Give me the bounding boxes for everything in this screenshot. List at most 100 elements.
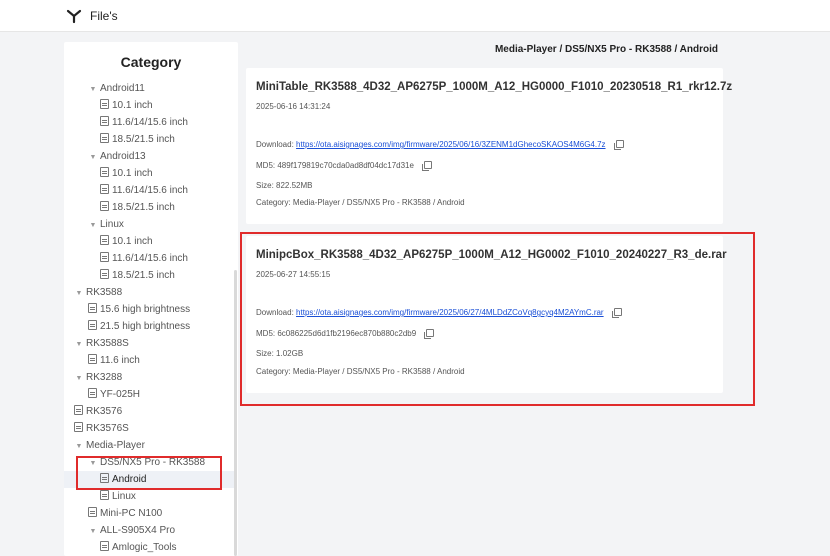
document-icon	[74, 405, 83, 415]
caret-down-icon[interactable]: ▼	[88, 523, 98, 540]
copy-icon[interactable]	[422, 161, 433, 171]
tree-item[interactable]: ▼ Media-Player	[64, 437, 234, 454]
tree-item-label: Media-Player	[86, 440, 145, 451]
caret-down-icon[interactable]: ▼	[88, 81, 98, 98]
tree-item-label: Linux	[100, 219, 124, 230]
caret-down-icon[interactable]: ▼	[74, 370, 84, 387]
tree-item[interactable]: Mini-PC N100	[64, 505, 234, 522]
document-icon	[88, 388, 97, 398]
document-icon	[74, 422, 83, 432]
size-value: 822.52MB	[276, 181, 313, 190]
tree-item[interactable]: 21.5 high brightness	[64, 318, 234, 335]
document-icon	[100, 99, 109, 109]
file-title: MiniTable_RK3588_4D32_AP6275P_1000M_A12_…	[256, 81, 733, 93]
tree-item[interactable]: 10.1 inch	[64, 97, 234, 114]
tree-item-label: Android13	[100, 151, 146, 162]
tree-item[interactable]: 15.6 high brightness	[64, 301, 234, 318]
tree-item-label: RK3588	[86, 287, 123, 298]
document-icon	[100, 116, 109, 126]
size-label: Size:	[256, 181, 274, 190]
tree-item[interactable]: ▼ RK3588S	[64, 335, 234, 352]
category-row: Category: Media-Player / DS5/NX5 Pro - R…	[256, 198, 465, 207]
tree-item-label: Linux	[112, 491, 136, 502]
md5-value: 489f179819c70cda0ad8df04dc17d31e	[277, 161, 414, 170]
tree-item-label: 18.5/21.5 inch	[112, 270, 175, 281]
md5-row: MD5: 489f179819c70cda0ad8df04dc17d31e	[256, 161, 433, 171]
tree-item[interactable]: 11.6/14/15.6 inch	[64, 250, 234, 267]
file-card: MiniTable_RK3588_4D32_AP6275P_1000M_A12_…	[246, 68, 732, 224]
tree-item[interactable]: RK3576S	[64, 420, 234, 437]
caret-down-icon[interactable]: ▼	[74, 336, 84, 353]
tree-item[interactable]: 11.6 inch	[64, 352, 234, 369]
document-icon	[88, 320, 97, 330]
category-value: Media-Player / DS5/NX5 Pro - RK3588 / An…	[292, 198, 465, 207]
tree-item[interactable]: 10.1 inch	[64, 165, 234, 182]
tree-item-label: RK3576	[86, 406, 123, 417]
tree-item[interactable]: RK3576	[64, 403, 234, 420]
tree-item-label: RK3288	[86, 372, 123, 383]
tree-item[interactable]: ▼ Android13	[64, 148, 234, 165]
tree-item-label: 10.1 inch	[112, 236, 153, 247]
document-icon	[100, 167, 109, 177]
document-icon	[88, 507, 97, 517]
tree-item-label: 11.6/14/15.6 inch	[112, 253, 188, 264]
category-label: Category:	[256, 198, 291, 207]
tree-item-label: YF-025H	[100, 389, 141, 400]
document-icon	[100, 269, 109, 279]
tree-item-label: 11.6/14/15.6 inch	[112, 185, 188, 196]
highlight-box	[240, 232, 755, 406]
md5-label: MD5:	[256, 161, 276, 170]
tree-item[interactable]: 11.6/14/15.6 inch	[64, 114, 234, 131]
document-icon	[100, 201, 109, 211]
download-row: Download: https://ota.aisignages.com/img…	[256, 140, 624, 150]
tree-item-label: 10.1 inch	[112, 168, 153, 179]
document-icon	[100, 490, 109, 500]
tree-item-label: Android11	[100, 83, 145, 94]
tree-item-label: RK3588S	[86, 338, 129, 349]
tree-item[interactable]: 18.5/21.5 inch	[64, 267, 234, 284]
caret-down-icon[interactable]: ▼	[88, 149, 98, 166]
sidebar-scrollbar[interactable]	[234, 270, 237, 556]
tree-item[interactable]: ▼ Linux	[64, 216, 234, 233]
document-icon	[100, 252, 109, 262]
top-bar: File's	[0, 0, 830, 32]
download-label: Download:	[256, 140, 294, 149]
app-title: File's	[90, 9, 118, 23]
tree-item[interactable]: ▼ RK3588	[64, 284, 234, 301]
tree-item[interactable]: Amlogic_Tools	[64, 539, 234, 556]
document-icon	[88, 303, 97, 313]
document-icon	[100, 184, 109, 194]
download-link[interactable]: https://ota.aisignages.com/img/firmware/…	[296, 140, 605, 149]
tree-item-label: RK3576S	[86, 423, 129, 434]
caret-down-icon[interactable]: ▼	[88, 217, 98, 234]
breadcrumb: Media-Player / DS5/NX5 Pro - RK3588 / An…	[494, 44, 718, 55]
tree-item[interactable]: 18.5/21.5 inch	[64, 199, 234, 216]
tree-item-label: 18.5/21.5 inch	[112, 134, 175, 145]
tree-item-label: 15.6 high brightness	[100, 304, 191, 315]
tree-item[interactable]: ▼ ALL-S905X4 Pro	[64, 522, 234, 539]
document-icon	[88, 354, 97, 364]
file-date: 2025-06-16 14:31:24	[256, 102, 331, 111]
tree-item[interactable]: ▼ RK3288	[64, 369, 234, 386]
logo-icon	[66, 9, 82, 24]
highlight-box	[76, 456, 222, 490]
sidebar-title: Category	[120, 54, 182, 70]
tree-item[interactable]: ▼ Android11	[64, 80, 234, 97]
document-icon	[100, 235, 109, 245]
tree-item[interactable]: 11.6/14/15.6 inch	[64, 182, 234, 199]
tree-item[interactable]: 10.1 inch	[64, 233, 234, 250]
document-icon	[100, 133, 109, 143]
document-icon	[100, 541, 109, 551]
tree-item-label: 18.5/21.5 inch	[112, 202, 175, 213]
tree-item[interactable]: YF-025H	[64, 386, 234, 403]
tree-item[interactable]: 18.5/21.5 inch	[64, 131, 234, 148]
tree-item-label: 11.6 inch	[100, 355, 140, 366]
tree-item[interactable]: Linux	[64, 488, 234, 505]
tree-item-label: 10.1 inch	[112, 100, 153, 111]
size-row: Size: 822.52MB	[256, 181, 313, 190]
caret-down-icon[interactable]: ▼	[74, 285, 84, 302]
tree-item-label: Mini-PC N100	[100, 508, 163, 519]
caret-down-icon[interactable]: ▼	[74, 438, 84, 455]
copy-icon[interactable]	[613, 140, 624, 150]
tree-item-label: 21.5 high brightness	[100, 321, 191, 332]
